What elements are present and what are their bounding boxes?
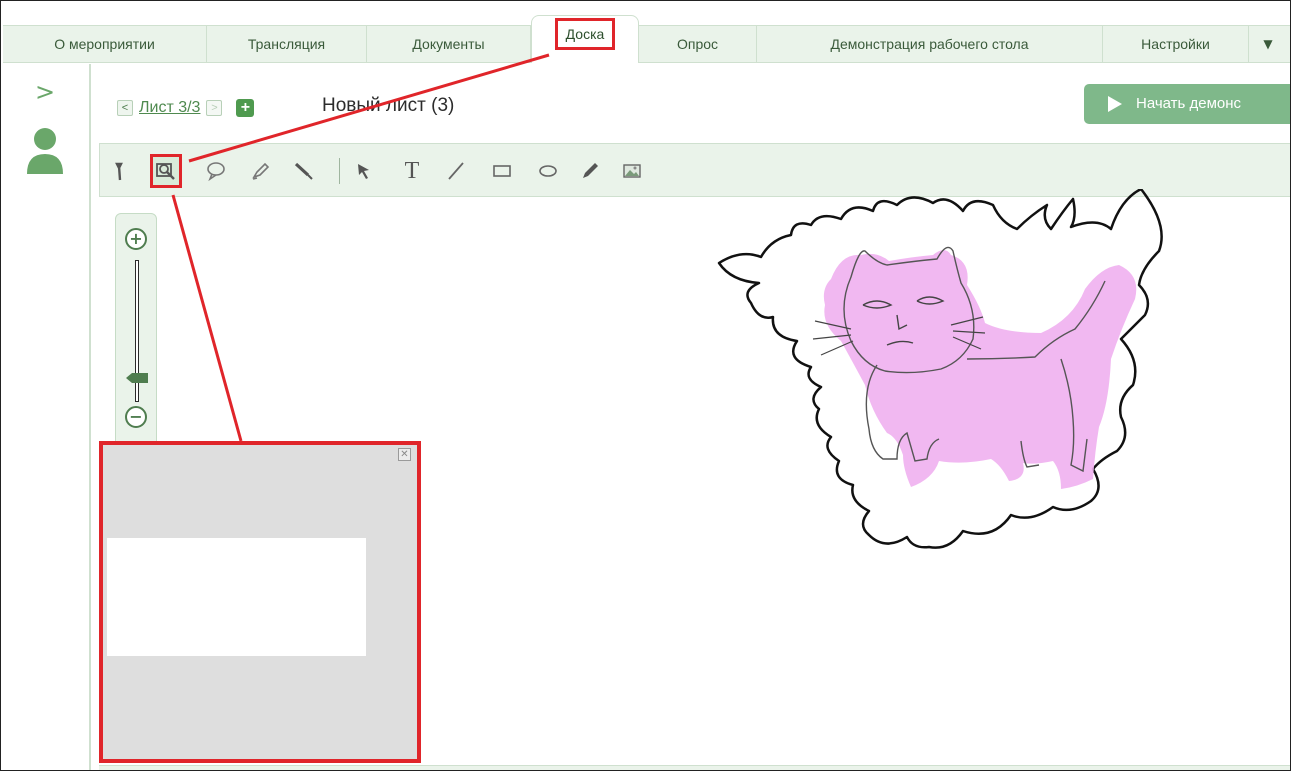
comment-bubble-icon[interactable]: [200, 154, 232, 188]
chevron-right-icon[interactable]: >: [35, 78, 55, 106]
cat-drawing[interactable]: [701, 189, 1181, 564]
undo-arrow-icon[interactable]: [106, 154, 138, 188]
pencil-icon[interactable]: [574, 154, 606, 188]
text-tool-glyph: T: [404, 158, 420, 184]
zoom-slider-panel: + −: [115, 213, 157, 448]
tab-whiteboard-label: Доска: [554, 18, 616, 50]
text-tool-icon[interactable]: T: [396, 154, 428, 188]
line-tool-icon[interactable]: [440, 154, 472, 188]
left-sidebar: >: [1, 64, 91, 770]
zoom-slider-handle[interactable]: [126, 372, 148, 383]
tab-poll[interactable]: Опрос: [639, 25, 757, 63]
tab-bar: О мероприятии Трансляция Документы Доска…: [3, 11, 1290, 63]
image-icon[interactable]: [616, 154, 648, 188]
zoom-view-icon[interactable]: [150, 154, 182, 188]
chevron-left-icon[interactable]: <: [117, 100, 133, 116]
highlighter-icon[interactable]: [244, 154, 276, 188]
tab-desktop-demo[interactable]: Демонстрация рабочего стола: [757, 25, 1103, 63]
tab-whiteboard[interactable]: Доска: [531, 15, 639, 63]
cat-fill: [823, 250, 1137, 489]
close-icon[interactable]: ✕: [398, 448, 411, 461]
plus-icon[interactable]: +: [236, 99, 255, 117]
tab-documents[interactable]: Документы: [367, 25, 531, 63]
start-demo-button[interactable]: Начать демонс: [1084, 84, 1290, 124]
sheet-title: Новый лист (3): [322, 95, 455, 116]
toolbar-divider: [339, 158, 340, 184]
chevron-right-icon[interactable]: >: [206, 100, 223, 116]
zoom-in-button[interactable]: +: [125, 228, 147, 250]
user-icon[interactable]: [25, 124, 65, 174]
pen-brush-icon[interactable]: [288, 154, 320, 188]
tab-settings[interactable]: Настройки: [1103, 25, 1249, 63]
sheet-link[interactable]: Лист 3/3: [139, 99, 200, 117]
ellipse-tool-icon[interactable]: [532, 154, 564, 188]
zoom-out-button[interactable]: −: [125, 406, 147, 428]
canvas-bottom-scrollbar[interactable]: [99, 765, 1290, 770]
select-arrow-icon[interactable]: [348, 154, 380, 188]
preview-viewport[interactable]: [107, 538, 366, 656]
tab-broadcast[interactable]: Трансляция: [207, 25, 367, 63]
sheet-navigation: < Лист 3/3 > +: [117, 97, 255, 119]
tab-about-event[interactable]: О мероприятии: [3, 25, 207, 63]
whiteboard-app: О мероприятии Трансляция Документы Доска…: [0, 0, 1291, 771]
caret-down-icon[interactable]: ▼: [1253, 25, 1283, 63]
start-demo-label: Начать демонс: [1136, 95, 1242, 112]
canvas-preview-panel: ✕: [99, 441, 421, 763]
rectangle-tool-icon[interactable]: [486, 154, 518, 188]
play-icon: [1108, 96, 1122, 112]
